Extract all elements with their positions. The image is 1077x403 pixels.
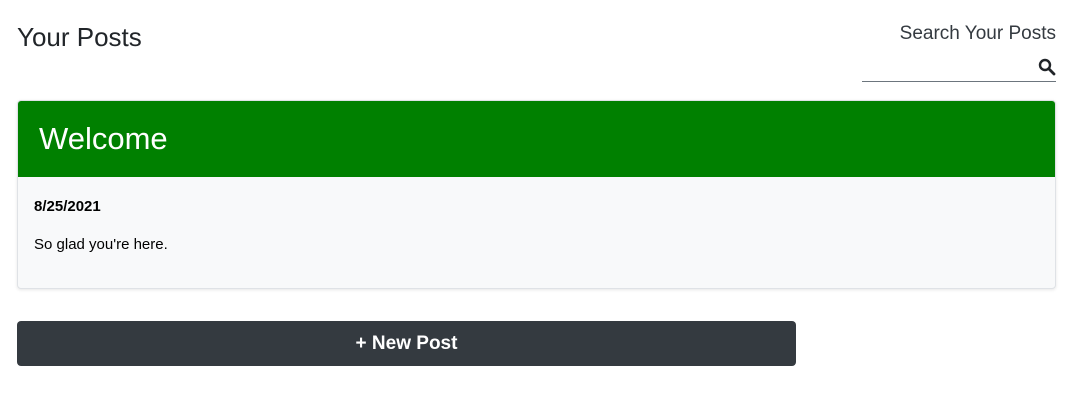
post-date: 8/25/2021 bbox=[34, 198, 101, 215]
page-title: Your Posts bbox=[17, 22, 142, 52]
new-post-label: + New Post bbox=[355, 332, 458, 354]
search-input[interactable] bbox=[862, 54, 1032, 80]
post-header: Welcome bbox=[18, 101, 1055, 177]
search-block: Search Your Posts bbox=[862, 22, 1056, 82]
post-title: Welcome bbox=[39, 121, 168, 156]
post-text: So glad you're here. bbox=[34, 236, 168, 253]
search-icon[interactable] bbox=[1038, 58, 1056, 76]
search-row bbox=[862, 54, 1056, 82]
posts-page: Your Posts Search Your Posts Welcome 8/2… bbox=[0, 0, 1077, 403]
post-card: Welcome 8/25/2021 So glad you're here. bbox=[17, 100, 1056, 289]
post-body: 8/25/2021 So glad you're here. bbox=[18, 177, 1055, 275]
new-post-button[interactable]: + New Post bbox=[17, 321, 796, 366]
search-label: Search Your Posts bbox=[899, 23, 1056, 44]
